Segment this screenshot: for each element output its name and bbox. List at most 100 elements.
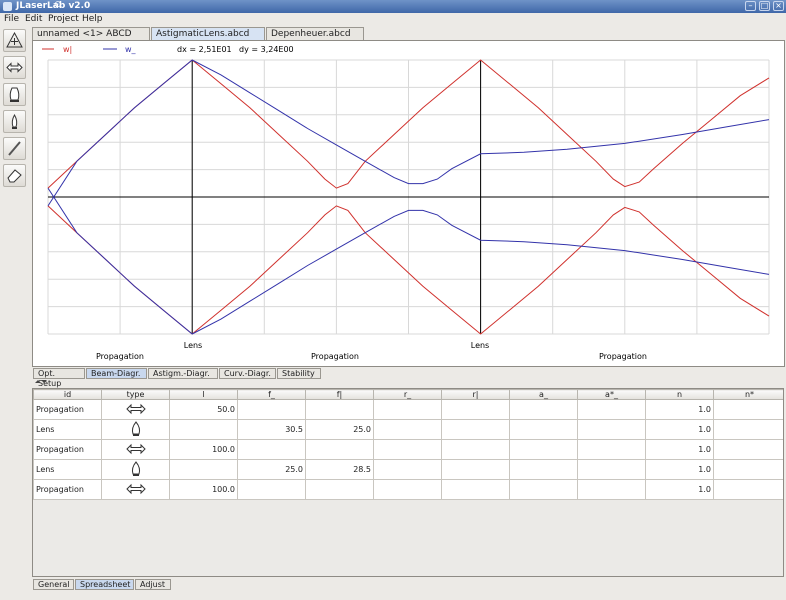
panel-splitter[interactable] [32,379,785,386]
thin-lens-button[interactable] [3,110,26,133]
cell-value[interactable] [509,419,578,440]
column-header-a-star-horizontal[interactable]: a*_ [577,389,646,400]
tab-curv-diagr[interactable]: Curv.-Diagr. [219,368,276,379]
maximize-icon[interactable]: □ [759,1,770,11]
cell-value[interactable] [577,459,646,480]
eraser-button[interactable] [3,164,26,187]
cell-value[interactable] [305,479,374,500]
beam-diagram-panel[interactable]: w| w_ dx = 2,51E01 dy = 3,24E00 Propagat… [32,40,785,367]
cell-value[interactable] [237,479,306,500]
menu-edit[interactable]: Edit [25,14,42,24]
column-header-n-star[interactable]: n* [713,389,783,400]
cell-value[interactable] [373,439,442,460]
table-row[interactable]: Propagation 100.0 1.0 [33,439,783,460]
cell-value[interactable] [441,439,510,460]
cell-value[interactable]: 50.0 [169,399,238,420]
cell-value[interactable] [577,399,646,420]
column-header-n[interactable]: n [645,389,714,400]
table-row[interactable]: Propagation 50.0 1.0 [33,399,783,420]
cell-value[interactable] [577,479,646,500]
tab-opt-setup[interactable]: Opt. Setup [33,368,85,388]
cell-id[interactable]: Propagation [33,399,102,420]
menu-help[interactable]: Help [82,14,103,24]
cell-value[interactable] [509,399,578,420]
file-tab-astigmaticlens[interactable]: AstigmaticLens.abcd [151,27,265,40]
cell-value[interactable] [713,439,783,460]
mirror-button[interactable] [3,137,26,160]
propagation-icon [6,62,23,73]
cell-type[interactable] [101,399,170,420]
cell-value[interactable] [509,459,578,480]
cell-id[interactable]: Propagation [33,439,102,460]
app-icon [3,2,12,11]
cell-id[interactable]: Lens [33,459,102,480]
cell-value[interactable] [305,439,374,460]
cell-type[interactable] [101,459,170,480]
cell-value[interactable]: 25.0 [237,459,306,480]
tab-adjust[interactable]: Adjust [135,579,171,590]
cell-value[interactable] [713,459,783,480]
cell-value[interactable] [169,419,238,440]
cell-value[interactable]: 25.0 [305,419,374,440]
column-header-type[interactable]: type [101,389,170,400]
cell-value[interactable] [373,419,442,440]
propagation-button[interactable] [3,56,26,79]
tab-general[interactable]: General [33,579,74,590]
column-header-r-vertical[interactable]: r| [441,389,510,400]
cell-value[interactable]: 1.0 [645,419,714,440]
column-header-f-horizontal[interactable]: f_ [237,389,306,400]
cell-type[interactable] [101,419,170,440]
menu-project[interactable]: Project [48,14,79,24]
cell-value[interactable] [713,419,783,440]
column-header-id[interactable]: id [33,389,102,400]
cell-value[interactable]: 28.5 [305,459,374,480]
minimize-icon[interactable]: – [745,1,756,11]
column-header-a-horizontal[interactable]: a_ [509,389,578,400]
cell-value[interactable] [169,459,238,480]
cell-id[interactable]: Propagation [33,479,102,500]
cell-value[interactable]: 1.0 [645,459,714,480]
cell-value[interactable]: 100.0 [169,479,238,500]
cell-value[interactable] [373,459,442,480]
cell-type[interactable] [101,439,170,460]
cell-value[interactable] [441,419,510,440]
add-element-button[interactable] [3,29,26,52]
tab-beam-diagr[interactable]: Beam-Diagr. [86,368,147,379]
cell-value[interactable]: 1.0 [645,399,714,420]
thick-lens-button[interactable] [3,83,26,106]
cell-value[interactable] [577,439,646,460]
cell-value[interactable] [509,439,578,460]
cell-value[interactable]: 1.0 [645,479,714,500]
cell-value[interactable]: 30.5 [237,419,306,440]
menu-file[interactable]: File [4,14,19,24]
table-row[interactable]: Lens 30.5 25.0 1.0 [33,419,783,440]
tab-stability[interactable]: Stability [277,368,321,379]
cell-value[interactable] [509,479,578,500]
column-header-r-horizontal[interactable]: r_ [373,389,442,400]
column-header-l[interactable]: l [169,389,238,400]
cell-value[interactable] [373,399,442,420]
cell-value[interactable] [577,419,646,440]
cell-value[interactable] [373,479,442,500]
cell-value[interactable] [441,399,510,420]
table-row[interactable]: Lens 25.0 28.5 1.0 [33,459,783,480]
collapse-down-icon[interactable] [41,380,47,383]
tab-spreadsheet[interactable]: Spreadsheet [75,579,134,590]
close-icon[interactable]: × [773,1,784,11]
file-tab-depenheuer[interactable]: Depenheuer.abcd [266,27,364,40]
table-row[interactable]: Propagation 100.0 1.0 [33,479,783,500]
cell-value[interactable] [713,399,783,420]
cell-type[interactable] [101,479,170,500]
cell-value[interactable]: 100.0 [169,439,238,460]
cell-value[interactable] [237,439,306,460]
cell-value[interactable] [441,459,510,480]
column-header-f-vertical[interactable]: f| [305,389,374,400]
cell-value[interactable] [441,479,510,500]
cell-id[interactable]: Lens [33,419,102,440]
cell-value[interactable] [237,399,306,420]
tab-astigm-diagr[interactable]: Astigm.-Diagr. [148,368,218,379]
file-tab-unnamed[interactable]: unnamed <1> ABCD [32,27,150,40]
cell-value[interactable]: 1.0 [645,439,714,460]
cell-value[interactable] [305,399,374,420]
cell-value[interactable] [713,479,783,500]
